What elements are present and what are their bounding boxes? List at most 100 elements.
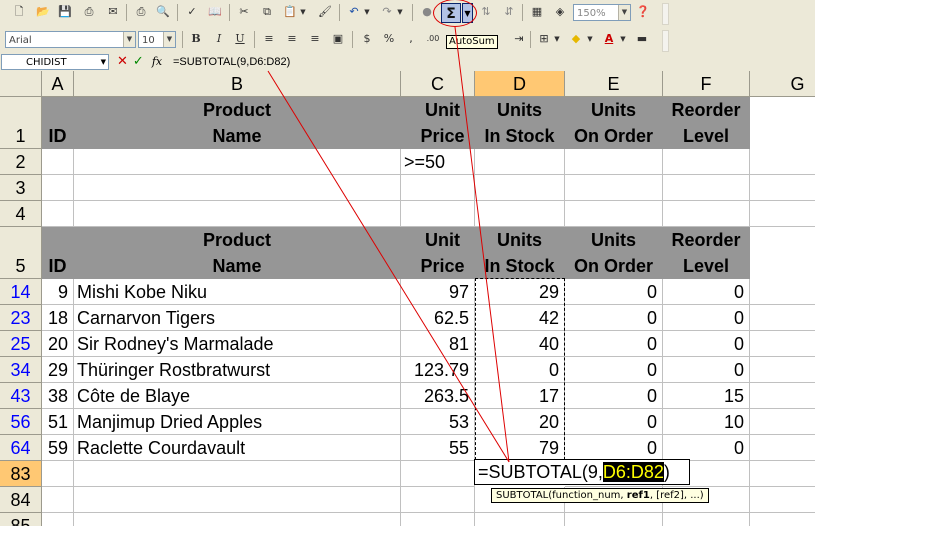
paste-icon[interactable]: 📋 <box>281 3 299 21</box>
cell-b4[interactable] <box>74 201 401 227</box>
chevron-down-icon[interactable]: ▼ <box>395 3 405 21</box>
cell-unit-price[interactable]: 81 <box>401 331 475 357</box>
cell-id[interactable]: 51 <box>42 409 74 435</box>
cell-units-in-stock[interactable]: 29 <box>475 279 565 305</box>
cell-d3[interactable] <box>475 175 565 201</box>
sort-ascending-icon[interactable]: ⇅ <box>477 3 495 21</box>
cell-g84[interactable] <box>750 487 815 513</box>
format-painter-icon[interactable]: 🖌 <box>316 3 334 21</box>
font-size-select[interactable]: 10 ▼ <box>138 31 176 48</box>
cell-units-on-order[interactable]: 0 <box>565 305 663 331</box>
cell-a83[interactable] <box>42 461 74 487</box>
row-header[interactable]: 3 <box>0 175 42 201</box>
select-all-corner[interactable] <box>0 71 42 97</box>
bold-button[interactable]: B <box>187 30 205 48</box>
cell-unit-price[interactable]: 55 <box>401 435 475 461</box>
cell-reorder-level[interactable]: 15 <box>663 383 750 409</box>
font-color-button[interactable]: A <box>600 30 618 48</box>
column-header-a[interactable]: A <box>42 71 74 97</box>
header-cell-unit-price[interactable]: Unit Price <box>401 97 475 149</box>
cell-f2[interactable] <box>663 149 750 175</box>
cell-b85[interactable] <box>74 513 401 526</box>
chevron-down-icon[interactable]: ▼ <box>618 30 628 48</box>
cell-c83[interactable] <box>401 461 475 487</box>
print-icon[interactable]: ⎙ <box>132 3 150 21</box>
cell-product-name[interactable]: Sir Rodney's Marmalade <box>74 331 401 357</box>
align-right-icon[interactable]: ≡ <box>306 30 324 48</box>
cell-units-on-order[interactable]: 0 <box>565 409 663 435</box>
chart-wizard-icon[interactable]: ▦ <box>528 3 546 21</box>
toolbar-options[interactable] <box>662 3 669 25</box>
drawing-icon[interactable]: ◈ <box>551 3 569 21</box>
formula-input[interactable]: =SUBTOTAL(9,D6:D82) <box>173 54 290 70</box>
cell-a84[interactable] <box>42 487 74 513</box>
borders-icon[interactable]: ⊞ <box>535 30 553 48</box>
cell-units-in-stock[interactable]: 0 <box>475 357 565 383</box>
header-cell-units-on-order[interactable]: Units On Order <box>565 97 663 149</box>
chevron-down-icon[interactable]: ▼ <box>298 3 308 21</box>
cell-a4[interactable] <box>42 201 74 227</box>
cell-units-in-stock[interactable]: 17 <box>475 383 565 409</box>
header-cell-id[interactable]: ID <box>42 227 74 279</box>
cell-unit-price[interactable]: 263.5 <box>401 383 475 409</box>
cell-product-name[interactable]: Mishi Kobe Niku <box>74 279 401 305</box>
cell-b2[interactable] <box>74 149 401 175</box>
header-cell-reorder-level[interactable]: Reorder Level <box>663 97 750 149</box>
column-header-d[interactable]: D <box>475 71 565 97</box>
help-icon[interactable]: ❓ <box>634 3 652 21</box>
cell-g[interactable] <box>750 331 815 357</box>
header-cell-reorder-level[interactable]: Reorder Level <box>663 227 750 279</box>
cell-product-name[interactable]: Thüringer Rostbratwurst <box>74 357 401 383</box>
cell-reorder-level[interactable]: 0 <box>663 279 750 305</box>
row-header[interactable]: 1 <box>0 97 42 149</box>
cell-c3[interactable] <box>401 175 475 201</box>
fill-color-icon[interactable]: ◆ <box>567 30 585 48</box>
cell-product-name[interactable]: Raclette Courdavault <box>74 435 401 461</box>
header-cell-product-name[interactable]: Product Name <box>74 227 401 279</box>
cell-c4[interactable] <box>401 201 475 227</box>
row-header[interactable]: 34 <box>0 357 42 383</box>
cell-e85[interactable] <box>565 513 663 526</box>
cell-f4[interactable] <box>663 201 750 227</box>
comma-button[interactable]: , <box>402 30 420 48</box>
insert-function-button[interactable]: fx <box>152 55 162 68</box>
cell-id[interactable]: 9 <box>42 279 74 305</box>
cell-g[interactable] <box>750 435 815 461</box>
cell-d4[interactable] <box>475 201 565 227</box>
chevron-down-icon[interactable]: ▼ <box>552 30 562 48</box>
cell-g83[interactable] <box>750 461 815 487</box>
cell-id[interactable]: 29 <box>42 357 74 383</box>
cell-units-in-stock[interactable]: 42 <box>475 305 565 331</box>
cell-unit-price[interactable]: 123.79 <box>401 357 475 383</box>
toolbar-options[interactable] <box>662 30 669 52</box>
increase-decimal-button[interactable]: .00 <box>424 30 442 48</box>
row-header[interactable]: 4 <box>0 201 42 227</box>
cancel-icon[interactable]: ✕ <box>117 54 128 69</box>
header-cell-id[interactable]: ID <box>42 97 74 149</box>
cell-g[interactable] <box>750 383 815 409</box>
cell-g[interactable] <box>750 409 815 435</box>
zoom-select[interactable]: 150% ▼ <box>573 4 631 21</box>
cell-unit-price[interactable]: 62.5 <box>401 305 475 331</box>
header-cell-product-name[interactable]: Product Name <box>74 97 401 149</box>
cell-id[interactable]: 20 <box>42 331 74 357</box>
increase-indent-icon[interactable]: ⇥ <box>510 30 528 48</box>
cell-units-on-order[interactable]: 0 <box>565 383 663 409</box>
print-preview-icon[interactable]: 🔍 <box>154 3 172 21</box>
cell-f85[interactable] <box>663 513 750 526</box>
column-header-f[interactable]: F <box>663 71 750 97</box>
cell-reorder-level[interactable]: 0 <box>663 435 750 461</box>
cell-b84[interactable] <box>74 487 401 513</box>
cell-units-on-order[interactable]: 0 <box>565 331 663 357</box>
toolbar-more-icon[interactable]: ▬ <box>633 30 651 48</box>
cell-a3[interactable] <box>42 175 74 201</box>
email-icon[interactable]: ✉ <box>104 3 122 21</box>
spelling-icon[interactable]: ✓ <box>183 3 201 21</box>
cell-b3[interactable] <box>74 175 401 201</box>
header-cell-units-on-order[interactable]: Units On Order <box>565 227 663 279</box>
header-cell-units-in-stock[interactable]: Units In Stock <box>475 97 565 149</box>
cell-units-on-order[interactable]: 0 <box>565 279 663 305</box>
font-name-select[interactable]: Arial ▼ <box>5 31 136 48</box>
undo-icon[interactable]: ↶ <box>345 3 363 21</box>
cell-id[interactable]: 18 <box>42 305 74 331</box>
